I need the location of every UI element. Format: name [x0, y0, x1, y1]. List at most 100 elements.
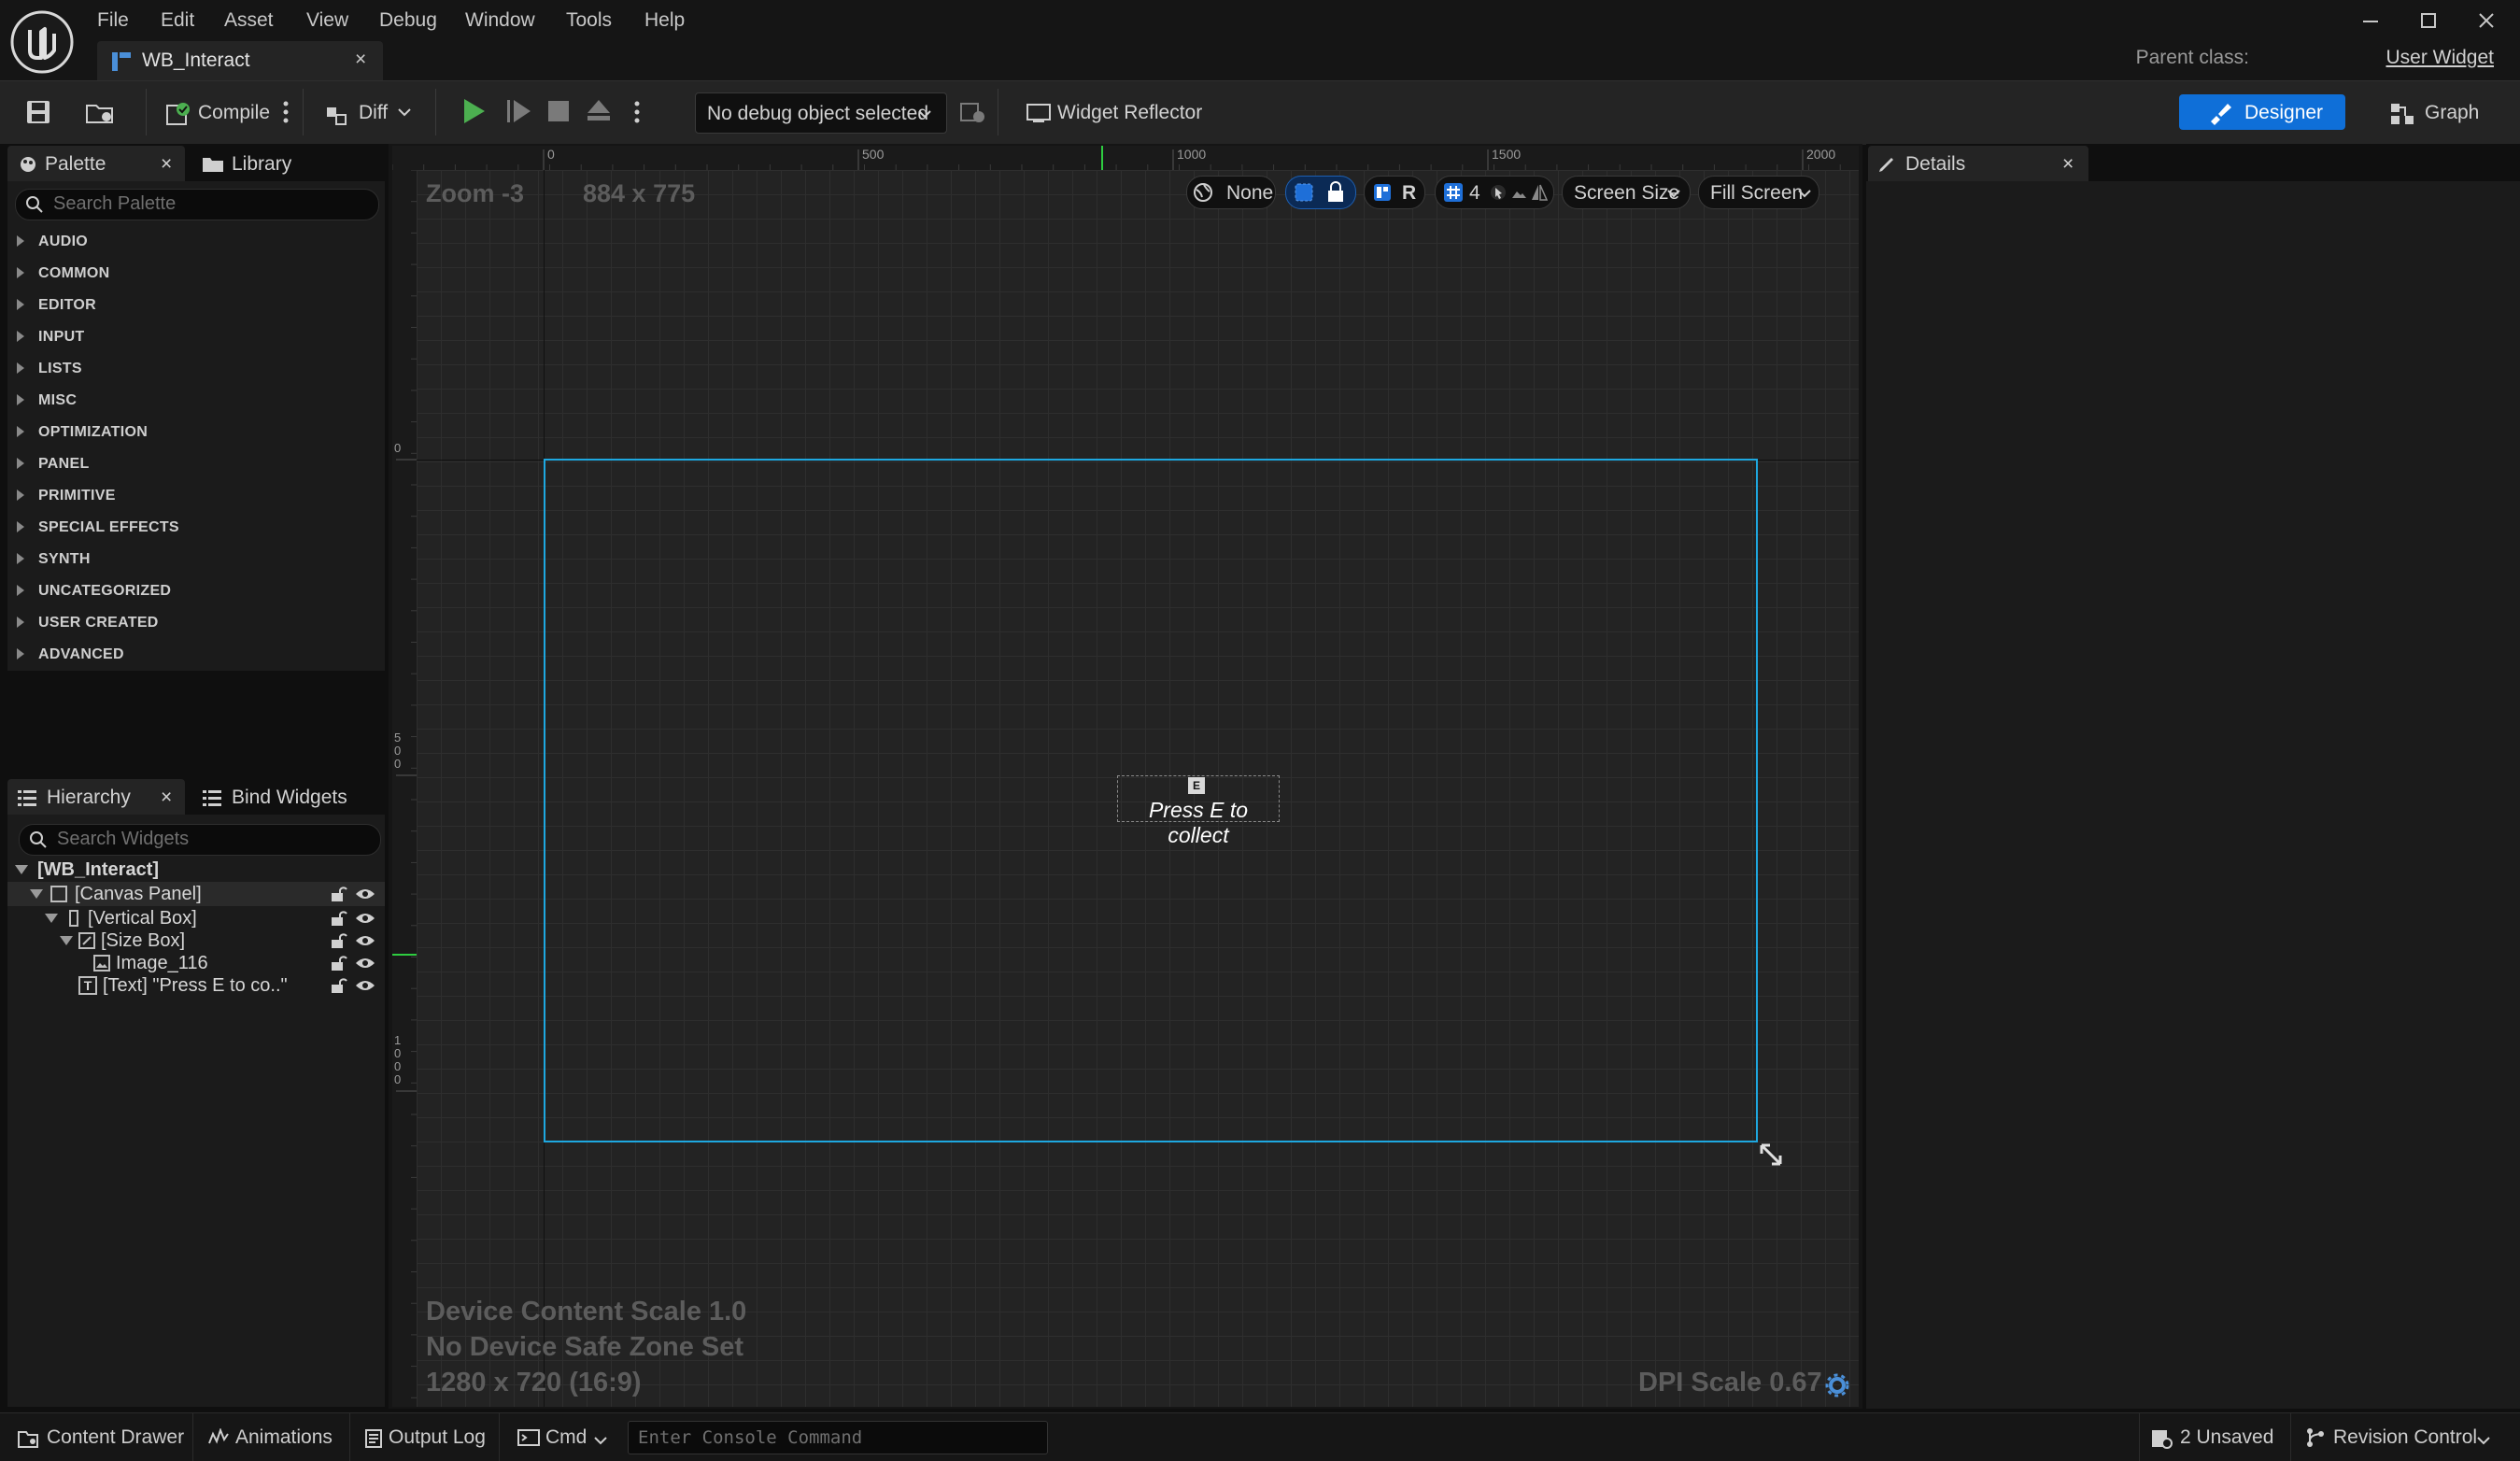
debug-filter-icon[interactable] [958, 98, 986, 126]
eject-icon[interactable] [585, 96, 613, 124]
palette-category-label: MISC [38, 392, 78, 408]
animations-button[interactable]: Animations [205, 1423, 346, 1453]
transform-toggle-icon[interactable] [1294, 182, 1314, 203]
layout-toggle-icon[interactable] [1372, 182, 1393, 203]
palette-category[interactable]: ADVANCED [7, 641, 385, 669]
close-window-icon[interactable] [2470, 6, 2503, 35]
menu-edit[interactable]: Edit [161, 7, 194, 34]
designer-viewport[interactable]: Zoom -3 884 x 775 E Press E to collect D… [417, 170, 1859, 1407]
menu-tools[interactable]: Tools [566, 7, 612, 34]
unreal-logo-icon[interactable] [9, 9, 75, 75]
menu-debug[interactable]: Debug [379, 7, 437, 34]
flip-icon[interactable] [1531, 183, 1548, 202]
visibility-eye-icon[interactable] [355, 933, 375, 948]
localization-preview-dropdown[interactable]: None [1186, 176, 1276, 209]
screen-size-dropdown[interactable]: Screen Size [1562, 176, 1691, 209]
ruler-label: 0 [547, 147, 555, 162]
unlock-icon[interactable] [331, 955, 347, 972]
palette-category[interactable]: OPTIMIZATION [7, 418, 385, 447]
tab-details[interactable]: Details × [1868, 146, 2088, 181]
revision-control-dropdown[interactable]: Revision Control [2303, 1423, 2499, 1453]
parent-class-link[interactable]: User Widget [2386, 47, 2494, 69]
output-log-button[interactable]: Output Log [362, 1423, 493, 1453]
debug-object-dropdown[interactable]: No debug object selected [695, 92, 947, 134]
unlock-icon[interactable] [331, 977, 347, 994]
resize-handle-icon[interactable] [1758, 1142, 1786, 1170]
palette-category[interactable]: PRIMITIVE [7, 482, 385, 510]
unlock-icon[interactable] [331, 932, 347, 949]
menu-view[interactable]: View [306, 7, 348, 34]
chevron-down-icon [918, 109, 931, 119]
tree-row-canvas-panel[interactable]: [Canvas Panel] [7, 882, 385, 906]
tree-row-vertical-box[interactable]: [Vertical Box] [7, 906, 385, 930]
menu-window[interactable]: Window [465, 7, 535, 34]
grid-size-value[interactable]: 4 [1469, 182, 1480, 205]
palette-category-label: PRIMITIVE [38, 488, 116, 504]
dpi-settings-gear-icon[interactable] [1825, 1373, 1849, 1397]
console-command-input[interactable]: Enter Console Command [628, 1421, 1048, 1454]
minimize-icon[interactable] [2354, 6, 2387, 35]
save-icon[interactable] [24, 98, 52, 126]
palette-category[interactable]: MISC [7, 387, 385, 415]
visibility-eye-icon[interactable] [355, 911, 375, 926]
menu-file[interactable]: File [97, 7, 129, 34]
maximize-icon[interactable] [2412, 6, 2445, 35]
details-close-button[interactable]: × [2062, 153, 2074, 176]
step-icon[interactable] [504, 96, 532, 126]
palette-category[interactable]: SPECIAL EFFECTS [7, 514, 385, 542]
menu-help[interactable]: Help [644, 7, 685, 34]
unsaved-button[interactable]: 2 Unsaved [2148, 1423, 2275, 1453]
cmd-dropdown[interactable]: Cmd [516, 1423, 618, 1453]
palette-category[interactable]: USER CREATED [7, 609, 385, 637]
graph-mode-button[interactable]: Graph [2384, 94, 2496, 132]
tab-library[interactable]: Library [198, 146, 375, 181]
play-icon[interactable] [460, 96, 488, 126]
palette-category[interactable]: EDITOR [7, 291, 385, 319]
browse-asset-icon[interactable] [84, 98, 116, 126]
viewport-toolbar: None R 4 Screen Size Fill Screen [1186, 176, 1851, 209]
palette-category[interactable]: AUDIO [7, 228, 385, 256]
stop-icon[interactable] [545, 98, 572, 124]
palette-category[interactable]: SYNTH [7, 546, 385, 574]
palette-category[interactable]: LISTS [7, 355, 385, 383]
palette-category[interactable]: UNCATEGORIZED [7, 577, 385, 605]
cursor-icon[interactable] [1490, 184, 1507, 201]
visibility-eye-icon[interactable] [355, 956, 375, 971]
tree-row-text[interactable]: T [Text] "Press E to co.." [7, 973, 385, 998]
tree-item-label: Image_116 [116, 953, 208, 973]
document-tab-close-button[interactable]: × [355, 49, 366, 71]
widget-reflector-button[interactable]: Widget Reflector [1024, 94, 1210, 132]
screen-size-label: Screen Size [1574, 182, 1680, 204]
grid-snap-icon[interactable] [1443, 182, 1464, 203]
palette-category[interactable]: INPUT [7, 323, 385, 351]
palette-close-button[interactable]: × [161, 153, 172, 176]
play-options-icon[interactable] [631, 98, 643, 126]
lock-icon[interactable] [1325, 181, 1346, 204]
document-tab[interactable]: WB_Interact × [97, 41, 383, 80]
palette-category[interactable]: PANEL [7, 450, 385, 478]
expand-arrow-icon [17, 458, 24, 469]
diff-button[interactable]: Diff [321, 94, 415, 132]
unlock-icon[interactable] [331, 886, 347, 902]
menu-asset[interactable]: Asset [224, 7, 274, 34]
palette-category[interactable]: COMMON [7, 260, 385, 288]
tree-row-image[interactable]: Image_116 [7, 951, 385, 975]
compile-button[interactable]: Compile [163, 94, 275, 132]
content-drawer-button[interactable]: Content Drawer [13, 1423, 187, 1453]
tab-bind-widgets[interactable]: Bind Widgets [198, 779, 381, 815]
respect-locks-r-button[interactable]: R [1402, 182, 1416, 205]
hierarchy-close-button[interactable]: × [161, 787, 172, 809]
visibility-eye-icon[interactable] [355, 887, 375, 901]
fill-screen-dropdown[interactable]: Fill Screen [1698, 176, 1819, 209]
designer-mode-button[interactable]: Designer [2179, 94, 2345, 130]
tree-row-size-box[interactable]: [Size Box] [7, 929, 385, 953]
compile-options-icon[interactable] [280, 98, 291, 126]
toolbar-divider [435, 89, 436, 135]
unlock-icon[interactable] [331, 910, 347, 927]
tree-row-root[interactable]: [WB_Interact] [7, 858, 385, 882]
tab-hierarchy[interactable]: Hierarchy × [7, 779, 185, 815]
visibility-eye-icon[interactable] [355, 978, 375, 993]
search-widgets-input[interactable]: Search Widgets [19, 824, 381, 856]
preview-icon[interactable] [1510, 184, 1527, 201]
tab-palette[interactable]: Palette × [7, 146, 185, 181]
